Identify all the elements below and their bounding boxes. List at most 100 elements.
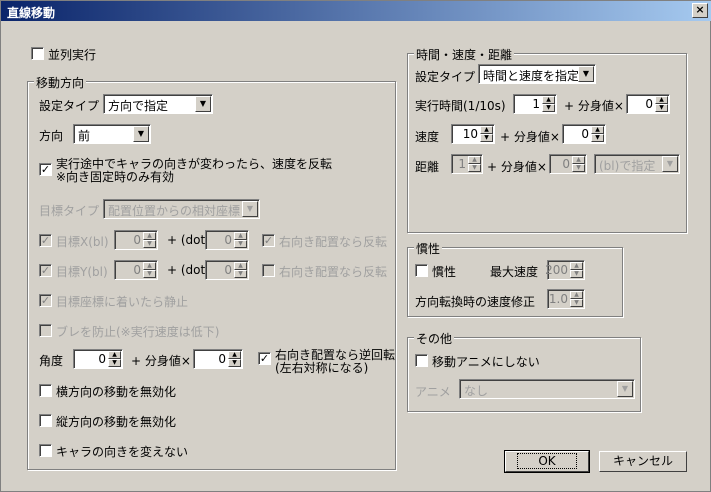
reverse-speed-note: ※向き固定時のみ有効 — [56, 170, 175, 184]
inertia-checkbox[interactable] — [415, 264, 428, 277]
distance-body-label: + 分身値× — [487, 160, 547, 174]
turn-correction-label: 方向転換時の速度修正 — [415, 295, 536, 309]
chevron-down-icon[interactable]: ▼ — [578, 66, 594, 82]
flip-y-checkbox[interactable] — [262, 264, 275, 277]
disable-horizontal-checkbox[interactable] — [39, 384, 52, 397]
exec-time-value: 1 — [532, 97, 540, 111]
spin-down-icon[interactable]: ▼ — [542, 104, 555, 112]
turn-correction-value: 1.0 — [548, 292, 568, 306]
spin-down-icon[interactable]: ▼ — [480, 134, 493, 142]
parallel-checkbox[interactable] — [31, 47, 44, 60]
spin-up-icon[interactable]: ▲ — [234, 262, 247, 270]
spin-up-icon[interactable]: ▲ — [480, 126, 493, 134]
speed-body-value: 0 — [581, 127, 589, 141]
ts-setting-type-select[interactable]: 時間と速度を指定 ▼ — [478, 64, 596, 84]
spin-up-icon[interactable]: ▲ — [572, 156, 585, 164]
max-speed-spinner[interactable]: 200 ▲ ▼ — [545, 260, 585, 280]
angle-body-label: + 分身値× — [131, 354, 191, 368]
window-title: 直線移動 — [7, 6, 56, 20]
other-group: その他 — [407, 330, 641, 412]
ok-button[interactable]: OK — [504, 450, 590, 473]
target-y-checkbox[interactable]: ✓ — [39, 264, 52, 277]
move-direction-legend: 移動方向 — [34, 74, 87, 91]
spin-up-icon[interactable]: ▲ — [468, 156, 481, 164]
target-type-select[interactable]: 配置位置からの相対座標 ▼ — [103, 199, 260, 219]
prevent-shake-checkbox[interactable] — [39, 324, 52, 337]
spin-down-icon[interactable]: ▼ — [228, 359, 241, 367]
spin-down-icon[interactable]: ▼ — [234, 240, 247, 248]
close-button[interactable]: × — [692, 3, 708, 18]
no-move-anim-checkbox[interactable] — [415, 354, 428, 367]
no-turn-checkbox[interactable] — [39, 444, 52, 457]
spin-up-icon[interactable]: ▲ — [655, 96, 668, 104]
distance-type-value: (bl)で指定 — [599, 159, 656, 173]
exec-time-spinner[interactable]: 1 ▲ ▼ — [513, 94, 557, 114]
spin-up-icon[interactable]: ▲ — [143, 232, 156, 240]
spin-up-icon[interactable]: ▲ — [542, 96, 555, 104]
spin-down-icon[interactable]: ▼ — [143, 240, 156, 248]
max-speed-value: 200 — [545, 263, 568, 277]
speed-body-spinner[interactable]: 0 ▲ ▼ — [562, 124, 606, 144]
flip-x-checkbox[interactable]: ✓ — [262, 234, 275, 247]
distance-label: 距離 — [415, 160, 440, 174]
spin-up-icon[interactable]: ▲ — [108, 351, 121, 359]
target-x-spinner[interactable]: 0 ▲ ▼ — [114, 230, 158, 250]
distance-type-select[interactable]: (bl)で指定 ▼ — [594, 154, 680, 174]
target-x-value: 0 — [133, 233, 141, 247]
spin-up-icon[interactable]: ▲ — [570, 262, 583, 270]
angle-label: 角度 — [39, 354, 64, 368]
chevron-down-icon[interactable]: ▼ — [133, 126, 149, 142]
cancel-button[interactable]: キャンセル — [599, 451, 687, 472]
dot-x-spinner[interactable]: 0 ▲ ▼ — [205, 230, 249, 250]
title-bar[interactable]: 直線移動 × — [1, 1, 711, 21]
spin-up-icon[interactable]: ▲ — [570, 291, 583, 299]
disable-vertical-checkbox[interactable] — [39, 414, 52, 427]
chevron-down-icon[interactable]: ▼ — [662, 156, 678, 172]
spin-down-icon[interactable]: ▼ — [570, 270, 583, 278]
reverse-speed-checkbox[interactable]: ✓ — [39, 163, 52, 176]
exec-time-body-spinner[interactable]: 0 ▲ ▼ — [626, 94, 670, 114]
target-x-label: 目標X(bl) — [56, 235, 109, 249]
anim-label: アニメ — [415, 385, 451, 399]
direction-select[interactable]: 前 ▼ — [73, 124, 151, 144]
distance-body-spinner[interactable]: 0 ▲ ▼ — [549, 154, 587, 174]
spin-down-icon[interactable]: ▼ — [468, 164, 481, 172]
inertia-legend: 慣性 — [414, 240, 443, 257]
speed-body-label: + 分身値× — [500, 130, 560, 144]
chevron-down-icon[interactable]: ▼ — [617, 381, 633, 397]
spin-down-icon[interactable]: ▼ — [591, 134, 604, 142]
angle-spinner[interactable]: 0 ▲ ▼ — [73, 349, 123, 369]
angle-body-value: 0 — [218, 352, 226, 366]
target-y-spinner[interactable]: 0 ▲ ▼ — [114, 260, 158, 280]
reverse-rotation-checkbox[interactable]: ✓ — [258, 352, 271, 365]
anim-select[interactable]: なし ▼ — [459, 379, 635, 399]
dialog-window: 直線移動 × 並列実行 移動方向 設定タイプ 方向で指定 ▼ 方向 前 ▼ ✓ … — [0, 0, 711, 492]
spin-down-icon[interactable]: ▼ — [234, 270, 247, 278]
dot-y-label: + (dot) — [167, 263, 210, 277]
spin-down-icon[interactable]: ▼ — [143, 270, 156, 278]
ts-setting-type-value: 時間と速度を指定 — [483, 69, 580, 83]
setting-type-select[interactable]: 方向で指定 ▼ — [103, 94, 213, 114]
dot-x-label: + (dot) — [167, 233, 210, 247]
dot-y-spinner[interactable]: 0 ▲ ▼ — [205, 260, 249, 280]
no-turn-label: キャラの向きを変えない — [56, 445, 189, 459]
turn-correction-spinner[interactable]: 1.0 ▲ ▼ — [547, 289, 585, 309]
spin-down-icon[interactable]: ▼ — [572, 164, 585, 172]
spin-up-icon[interactable]: ▲ — [234, 232, 247, 240]
angle-body-spinner[interactable]: 0 ▲ ▼ — [193, 349, 243, 369]
speed-spinner[interactable]: 10 ▲ ▼ — [451, 124, 495, 144]
spin-up-icon[interactable]: ▲ — [591, 126, 604, 134]
spin-down-icon[interactable]: ▼ — [570, 299, 583, 307]
spin-up-icon[interactable]: ▲ — [228, 351, 241, 359]
disable-vertical-label: 縦方向の移動を無効化 — [56, 415, 177, 429]
target-x-checkbox[interactable]: ✓ — [39, 234, 52, 247]
flip-x-label: 右向き配置なら反転 — [279, 235, 388, 249]
spin-down-icon[interactable]: ▼ — [108, 359, 121, 367]
spin-down-icon[interactable]: ▼ — [655, 104, 668, 112]
stop-at-target-checkbox[interactable]: ✓ — [39, 294, 52, 307]
chevron-down-icon[interactable]: ▼ — [242, 201, 258, 217]
distance-spinner[interactable]: 1 ▲ ▼ — [451, 154, 483, 174]
speed-value: 10 — [462, 127, 478, 141]
spin-up-icon[interactable]: ▲ — [143, 262, 156, 270]
chevron-down-icon[interactable]: ▼ — [195, 96, 211, 112]
